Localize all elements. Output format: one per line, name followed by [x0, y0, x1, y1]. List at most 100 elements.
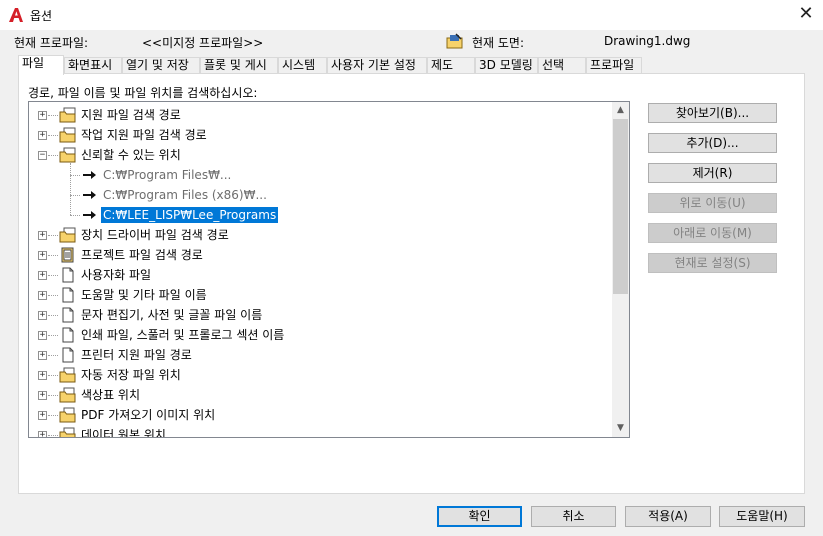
tab-files[interactable]: 파일 — [18, 55, 64, 75]
tab-display[interactable]: 화면표시 — [64, 57, 122, 74]
tree-row[interactable]: + 작업 지원 파일 검색 경로 — [29, 125, 613, 145]
tree-row[interactable]: + 인쇄 파일, 스풀러 및 프롤로그 섹션 이름 — [29, 325, 613, 345]
tab-drafting[interactable]: 제도 — [427, 57, 475, 74]
tree-connector-line — [70, 175, 80, 176]
close-button[interactable]: ✕ — [789, 0, 823, 30]
expand-icon[interactable]: + — [38, 371, 47, 380]
tab-profiles[interactable]: 프로파일 — [586, 57, 642, 74]
tree-node-label: PDF 가져오기 이미지 위치 — [81, 408, 216, 422]
tab-plot-and-publish[interactable]: 플롯 및 게시 — [200, 57, 278, 74]
expand-icon[interactable]: + — [38, 431, 47, 437]
expand-icon[interactable]: + — [38, 391, 47, 400]
move-down-button[interactable]: 아래로 이동(M) — [648, 223, 777, 243]
tree-node-label: 프로젝트 파일 검색 경로 — [81, 248, 203, 262]
scroll-down-arrow-icon[interactable]: ▼ — [612, 420, 629, 437]
tree-connector-line — [48, 115, 58, 116]
tree-child-row[interactable]: C:₩LEE_LISP₩Lee_Programs — [29, 205, 613, 225]
current-profile-value: <<미지정 프로파일>> — [142, 36, 264, 50]
tree-connector-line — [48, 255, 58, 256]
expand-icon[interactable]: + — [38, 351, 47, 360]
folder-icon — [59, 407, 77, 423]
window-title: 옵션 — [30, 9, 53, 23]
title-bar: 옵션 ✕ — [0, 0, 823, 30]
expand-icon[interactable]: + — [38, 311, 47, 320]
tree-connector-line — [48, 155, 58, 156]
scroll-up-arrow-icon[interactable]: ▲ — [612, 102, 629, 119]
ok-button[interactable]: 확인 — [437, 506, 522, 527]
folder-icon — [59, 387, 77, 403]
tree-node-label: 데이터 원본 위치 — [81, 428, 166, 437]
expand-icon[interactable]: + — [38, 231, 47, 240]
tree-row[interactable]: + 사용자화 파일 — [29, 265, 613, 285]
expand-icon[interactable]: + — [38, 411, 47, 420]
document-icon — [59, 267, 77, 283]
folder-stack-icon — [59, 107, 77, 123]
tree-content: + 지원 파일 검색 경로 + 작업 지원 파일 검색 경로 − 신뢰할 수 있는 위치 C… — [29, 102, 613, 437]
tree-connector-line — [48, 415, 58, 416]
tree-row[interactable]: + 지원 파일 검색 경로 — [29, 105, 613, 125]
tree-connector-line — [70, 215, 80, 216]
instruction-label: 경로, 파일 이름 및 파일 위치를 검색하십시오: — [28, 86, 258, 100]
tree-row[interactable]: + 도움말 및 기타 파일 이름 — [29, 285, 613, 305]
tree-vertical-scrollbar[interactable]: ▲ ▼ — [612, 102, 629, 437]
tree-row[interactable]: + 문자 편집기, 사전 및 글꼴 파일 이름 — [29, 305, 613, 325]
tab-user-preferences[interactable]: 사용자 기본 설정 — [327, 57, 427, 74]
document-icon — [59, 307, 77, 323]
scroll-thumb[interactable] — [613, 119, 628, 294]
tree-connector-line — [48, 235, 58, 236]
arrow-icon — [82, 169, 98, 181]
folder-stack-icon — [59, 227, 77, 243]
apply-button[interactable]: 적용(A) — [625, 506, 711, 527]
tree-row[interactable]: + PDF 가져오기 이미지 위치 — [29, 405, 613, 425]
tree-row[interactable]: + 장치 드라이버 파일 검색 경로 — [29, 225, 613, 245]
collapse-icon[interactable]: − — [38, 151, 47, 160]
tree-connector-line — [48, 135, 58, 136]
expand-icon[interactable]: + — [38, 131, 47, 140]
folder-stack-icon — [59, 127, 77, 143]
tab-3d-modeling[interactable]: 3D 모델링 — [475, 57, 538, 74]
tree-connector-line — [70, 195, 80, 196]
tree-child-row[interactable]: C:₩Program Files₩... — [29, 165, 613, 185]
add-button[interactable]: 추가(D)... — [648, 133, 777, 153]
cancel-button[interactable]: 취소 — [531, 506, 616, 527]
tree-row[interactable]: − 신뢰할 수 있는 위치 — [29, 145, 613, 165]
expand-icon[interactable]: + — [38, 291, 47, 300]
tree-connector-line — [48, 355, 58, 356]
tree-child-row[interactable]: C:₩Program Files (x86)₩... — [29, 185, 613, 205]
remove-button[interactable]: 제거(R) — [648, 163, 777, 183]
tree-row[interactable]: + 자동 저장 파일 위치 — [29, 365, 613, 385]
set-current-button[interactable]: 현재로 설정(S) — [648, 253, 777, 273]
expand-icon[interactable]: + — [38, 271, 47, 280]
tree-node-label-selected: C:₩LEE_LISP₩Lee_Programs — [101, 207, 279, 223]
current-drawing-value: Drawing1.dwg — [604, 34, 691, 48]
tab-system[interactable]: 시스템 — [278, 57, 327, 74]
tree-row[interactable]: + 프로젝트 파일 검색 경로 — [29, 245, 613, 265]
tree-connector-line — [48, 335, 58, 336]
arrow-icon — [82, 189, 98, 201]
arrow-icon — [82, 209, 98, 221]
tab-open-and-save[interactable]: 열기 및 저장 — [122, 57, 200, 74]
expand-icon[interactable]: + — [38, 331, 47, 340]
close-icon: ✕ — [798, 3, 814, 24]
tree-node-label: 작업 지원 파일 검색 경로 — [81, 128, 207, 142]
tree-row[interactable]: + 색상표 위치 — [29, 385, 613, 405]
tree-node-label: 장치 드라이버 파일 검색 경로 — [81, 228, 229, 242]
tree-connector-line — [48, 295, 58, 296]
tree-node-label: C:₩Program Files₩... — [103, 168, 232, 182]
tree-node-label: 자동 저장 파일 위치 — [81, 368, 181, 382]
expand-icon[interactable]: + — [38, 111, 47, 120]
folder-icon — [59, 427, 77, 437]
tree-row[interactable]: + 데이터 원본 위치 — [29, 425, 613, 437]
expand-icon[interactable]: + — [38, 251, 47, 260]
autocad-logo-icon — [9, 8, 23, 22]
tab-selection[interactable]: 선택 — [538, 57, 586, 74]
tree-node-label: 지원 파일 검색 경로 — [81, 108, 181, 122]
files-tree[interactable]: + 지원 파일 검색 경로 + 작업 지원 파일 검색 경로 − 신뢰할 수 있는 위치 C… — [28, 101, 630, 438]
document-icon — [59, 327, 77, 343]
help-button[interactable]: 도움말(H) — [719, 506, 805, 527]
browse-button[interactable]: 찾아보기(B)... — [648, 103, 777, 123]
move-up-button[interactable]: 위로 이동(U) — [648, 193, 777, 213]
tree-node-label: C:₩Program Files (x86)₩... — [103, 188, 267, 202]
tree-row[interactable]: + 프린터 지원 파일 경로 — [29, 345, 613, 365]
drawing-file-icon — [446, 33, 463, 49]
